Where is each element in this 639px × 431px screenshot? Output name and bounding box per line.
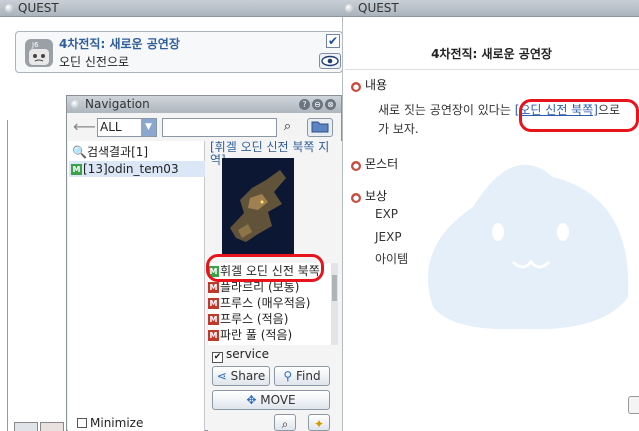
quest-card-checkbox[interactable]: ✔ <box>326 34 340 48</box>
folder-icon[interactable] <box>307 118 333 137</box>
window-dot-icon <box>5 4 14 13</box>
share-icon: ⋖ <box>216 369 231 383</box>
quest-card[interactable]: J6 4차전직: 새로운 공연장 오딘 신전으로 ✔ <box>15 31 343 73</box>
quest-detail-title-bar[interactable]: QUEST <box>340 0 639 17</box>
list-scrollbar[interactable] <box>331 263 338 345</box>
list-item[interactable]: M 프루스 (적음) <box>208 311 334 327</box>
monster-marker-icon: M <box>208 314 219 325</box>
scrollbar-thumb[interactable] <box>332 275 337 301</box>
reward-jexp: JEXP <box>375 230 402 244</box>
star-navigate-icon[interactable]: ✦ <box>308 414 330 431</box>
monster-section-header: ● 몬스터 <box>351 157 399 171</box>
quest-window-title: QUEST <box>18 1 59 15</box>
monster-marker-icon: M <box>208 282 219 293</box>
reward-section-header: ● 보상 <box>351 189 388 203</box>
eye-icon[interactable] <box>319 53 341 69</box>
window-dot-icon <box>71 100 80 109</box>
zoom-search-icon[interactable]: ⌕ <box>274 414 296 431</box>
left-edge-strip <box>0 120 8 431</box>
filter-select[interactable]: ALL ▼ <box>97 118 157 137</box>
monster-marker-icon: M <box>208 330 219 341</box>
checkbox-icon <box>77 418 87 428</box>
content-section-header: ● 내용 <box>351 78 388 92</box>
map-marker-icon: M <box>71 164 82 175</box>
quest-detail-title: 4차전직: 새로운 공연장 <box>431 47 552 61</box>
highlight-ring <box>206 254 324 282</box>
move-arrows-icon: ✥ <box>246 393 261 407</box>
close-icon[interactable]: ⊗ <box>325 99 336 110</box>
bullet-icon: ● <box>351 161 361 171</box>
highlight-ring <box>519 99 639 132</box>
list-item[interactable]: M 파란 풀 (적음) <box>208 327 334 343</box>
monster-marker-icon: M <box>208 298 219 309</box>
bullet-icon: ● <box>351 193 361 203</box>
reward-item: 아이템 <box>375 252 409 266</box>
find-button[interactable]: ⚲ Find <box>274 366 330 386</box>
list-item[interactable]: M 프루스 (매우적음) <box>208 295 334 311</box>
quest-card-subtitle: 오딘 신전으로 <box>59 55 130 69</box>
search-icon[interactable]: ⌕ <box>276 118 298 137</box>
quest-avatar-icon: J6 <box>25 39 53 67</box>
divider <box>345 69 639 70</box>
corner-button[interactable] <box>628 396 639 414</box>
move-button[interactable]: ✥ MOVE <box>212 390 330 410</box>
minimap-image[interactable] <box>222 158 294 254</box>
navigation-title: Navigation <box>85 97 150 111</box>
service-checkbox[interactable]: ✔ service <box>212 347 269 363</box>
back-arrow-icon[interactable]: ⟵ <box>73 118 96 137</box>
quest-window-title-bar[interactable]: QUEST <box>0 0 340 17</box>
reward-exp: EXP <box>375 207 399 221</box>
location-pin-icon: ⚲ <box>283 369 296 383</box>
search-result-item[interactable]: M [13]odin_tem03 <box>69 161 205 177</box>
chevron-down-icon: ▼ <box>141 119 156 136</box>
minimize-icon[interactable]: ⊖ <box>312 99 323 110</box>
taskbar-button[interactable] <box>40 422 64 431</box>
bullet-icon: ● <box>351 82 361 92</box>
slime-watermark-icon <box>428 164 629 330</box>
map-panel: [휘겔 오딘 신전 북쪽 지역] M 휘겔 오딘 신전 북쪽 M 플라르리 (보통)… <box>208 141 342 431</box>
share-button[interactable]: ⋖ Share <box>212 366 270 386</box>
help-icon[interactable]: ? <box>299 99 310 110</box>
svg-text:J6: J6 <box>31 41 39 49</box>
navigation-title-bar[interactable]: Navigation ? ⊖ ⊗ <box>67 96 341 113</box>
quest-card-title: 4차전직: 새로운 공연장 <box>59 37 180 51</box>
search-results-panel: 🔍검색결과[1] M [13]odin_tem03 <box>68 141 205 431</box>
search-results-header: 🔍검색결과[1] <box>72 145 149 159</box>
window-dot-icon <box>345 4 354 13</box>
checkbox-checked-icon: ✔ <box>212 352 223 363</box>
quest-detail-window-title: QUEST <box>358 1 399 15</box>
magnifier-icon: 🔍 <box>72 145 87 159</box>
quest-detail-window: 4차전직: 새로운 공연장 ● 내용 ● 몬스터 ● 보상 EXP JEXP 아이템 <box>342 17 639 431</box>
minimize-checkbox[interactable]: Minimize <box>77 416 143 430</box>
taskbar-button[interactable] <box>14 422 38 431</box>
